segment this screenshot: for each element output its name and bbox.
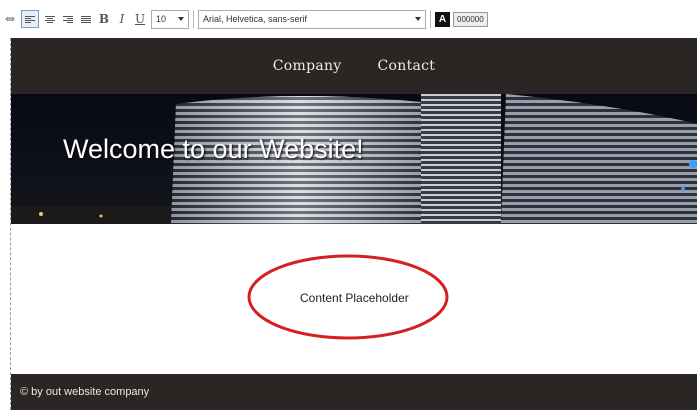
hero-banner: Welcome to our Website! (11, 94, 697, 224)
align-left-button[interactable] (21, 10, 39, 28)
align-justify-button[interactable] (79, 11, 93, 27)
align-justify-icon (81, 15, 91, 23)
nav-item-contact[interactable]: Contact (378, 58, 436, 74)
align-center-button[interactable] (43, 11, 57, 27)
italic-button[interactable]: I (115, 11, 129, 27)
chevron-down-icon (415, 16, 421, 21)
content-placeholder: Content Placeholder (300, 291, 409, 305)
footer-text: © by out website company (20, 386, 150, 398)
toolbar-divider (430, 10, 431, 28)
underline-button[interactable]: U (133, 11, 147, 27)
font-family-select[interactable]: Arial, Helvetica, sans-serif (198, 9, 426, 29)
align-center-icon (45, 15, 55, 23)
align-left-icon (25, 15, 35, 23)
top-nav: Company Contact (11, 38, 697, 94)
link-icon[interactable]: ⇔ (3, 11, 17, 27)
site-footer: © by out website company (11, 374, 697, 410)
font-size-select[interactable]: 10 (151, 9, 189, 29)
text-color-input[interactable]: 000000 (453, 11, 488, 27)
text-color-icon[interactable]: A (435, 11, 450, 27)
font-family-value: Arial, Helvetica, sans-serif (203, 14, 308, 24)
chevron-down-icon (178, 16, 184, 21)
hero-title: Welcome to our Website! (63, 134, 364, 164)
font-size-value: 10 (156, 14, 167, 24)
bold-button[interactable]: B (97, 11, 111, 27)
website-canvas: Company Contact Welcome to our Website! … (10, 38, 697, 410)
nav-item-company[interactable]: Company (273, 58, 342, 74)
toolbar-divider (193, 10, 194, 28)
align-right-button[interactable] (61, 11, 75, 27)
editor-toolbar: ⇔ B I U 10 Arial, Helvetica, sans-serif … (0, 0, 697, 38)
align-right-icon (63, 15, 73, 23)
content-area: Content Placeholder (11, 224, 697, 374)
